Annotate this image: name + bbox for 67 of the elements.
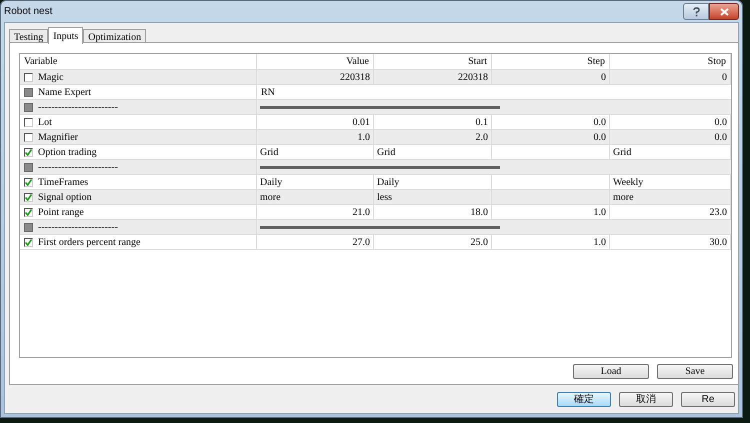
value-text[interactable]: Weekly (613, 175, 644, 190)
window-title: Robot nest (4, 5, 52, 19)
panel-button[interactable]: Load (573, 364, 649, 379)
value-text[interactable]: Grid (613, 145, 632, 160)
value-text[interactable]: 25.0 (470, 235, 488, 250)
value-text[interactable]: 0.0 (594, 115, 606, 130)
value-text[interactable]: 21.0 (352, 205, 370, 220)
checkbox[interactable] (24, 208, 33, 217)
dialog-button[interactable]: 取消 (619, 392, 673, 407)
variable-name: Magnifier (38, 131, 78, 145)
value-text[interactable]: 0 (722, 70, 727, 85)
value-text[interactable]: 0 (601, 70, 606, 85)
variable-name: ------------------------ (38, 161, 118, 175)
value-text[interactable]: 1.0 (594, 205, 606, 220)
variable-name: First orders percent range (38, 236, 140, 250)
help-icon (692, 6, 700, 16)
dialog-button[interactable]: Re (681, 392, 735, 407)
value-text[interactable]: 1.0 (358, 130, 370, 145)
variable-name: Lot (38, 116, 52, 130)
tab[interactable]: Inputs (48, 27, 84, 44)
column-header[interactable]: Variable (24, 54, 58, 69)
value-text[interactable]: 220318 (458, 70, 488, 85)
value-text[interactable]: 27.0 (352, 235, 370, 250)
value-text[interactable]: Daily (260, 175, 282, 190)
variable-name: Magic (38, 71, 64, 85)
value-text[interactable]: 30.0 (710, 235, 727, 250)
help-button[interactable] (683, 3, 709, 20)
checkbox[interactable] (24, 193, 33, 202)
variable-name: Signal option (38, 191, 92, 205)
value-text[interactable]: less (377, 190, 392, 205)
tab[interactable]: Optimization (83, 29, 146, 43)
value-text[interactable]: 220318 (340, 70, 370, 85)
checkbox[interactable] (24, 133, 33, 142)
value-text[interactable]: Grid (377, 145, 396, 160)
value-text[interactable]: more (613, 190, 634, 205)
variable-name: Point range (38, 206, 84, 220)
value-text[interactable]: 23.0 (710, 205, 727, 220)
variable-name: TimeFrames (38, 176, 88, 190)
column-header[interactable]: Value (346, 54, 369, 69)
panel-button[interactable]: Save (657, 364, 733, 379)
value-text[interactable]: 2.0 (476, 130, 488, 145)
tab[interactable]: Testing (9, 29, 48, 43)
value-text[interactable]: 0.0 (714, 115, 727, 130)
variable-name: ------------------------ (38, 101, 118, 115)
value-text[interactable]: 0.1 (476, 115, 488, 130)
variable-name: ------------------------ (38, 221, 118, 235)
checkbox[interactable] (24, 148, 33, 157)
close-icon (720, 8, 728, 16)
dialog-button[interactable]: 確定 (557, 392, 611, 407)
variable-name: Name Expert (38, 86, 92, 100)
value-text[interactable]: 18.0 (470, 205, 488, 220)
checkbox[interactable] (24, 73, 33, 82)
value-text[interactable]: more (260, 190, 281, 205)
column-header[interactable]: Step (587, 54, 605, 69)
column-header[interactable]: Start (468, 54, 487, 69)
value-text[interactable]: 0.0 (714, 130, 727, 145)
value-text[interactable]: Grid (260, 145, 278, 160)
value-text[interactable]: 0.01 (352, 115, 370, 130)
value-text[interactable]: Daily (377, 175, 400, 190)
close-button[interactable] (709, 3, 739, 20)
checkbox[interactable] (24, 118, 33, 127)
variable-name: Option trading (38, 146, 97, 160)
checkbox[interactable] (24, 178, 33, 187)
value-text[interactable]: 1.0 (594, 235, 606, 250)
value-text[interactable]: 0.0 (594, 130, 606, 145)
checkbox[interactable] (24, 238, 33, 247)
column-header[interactable]: Stop (708, 54, 726, 69)
